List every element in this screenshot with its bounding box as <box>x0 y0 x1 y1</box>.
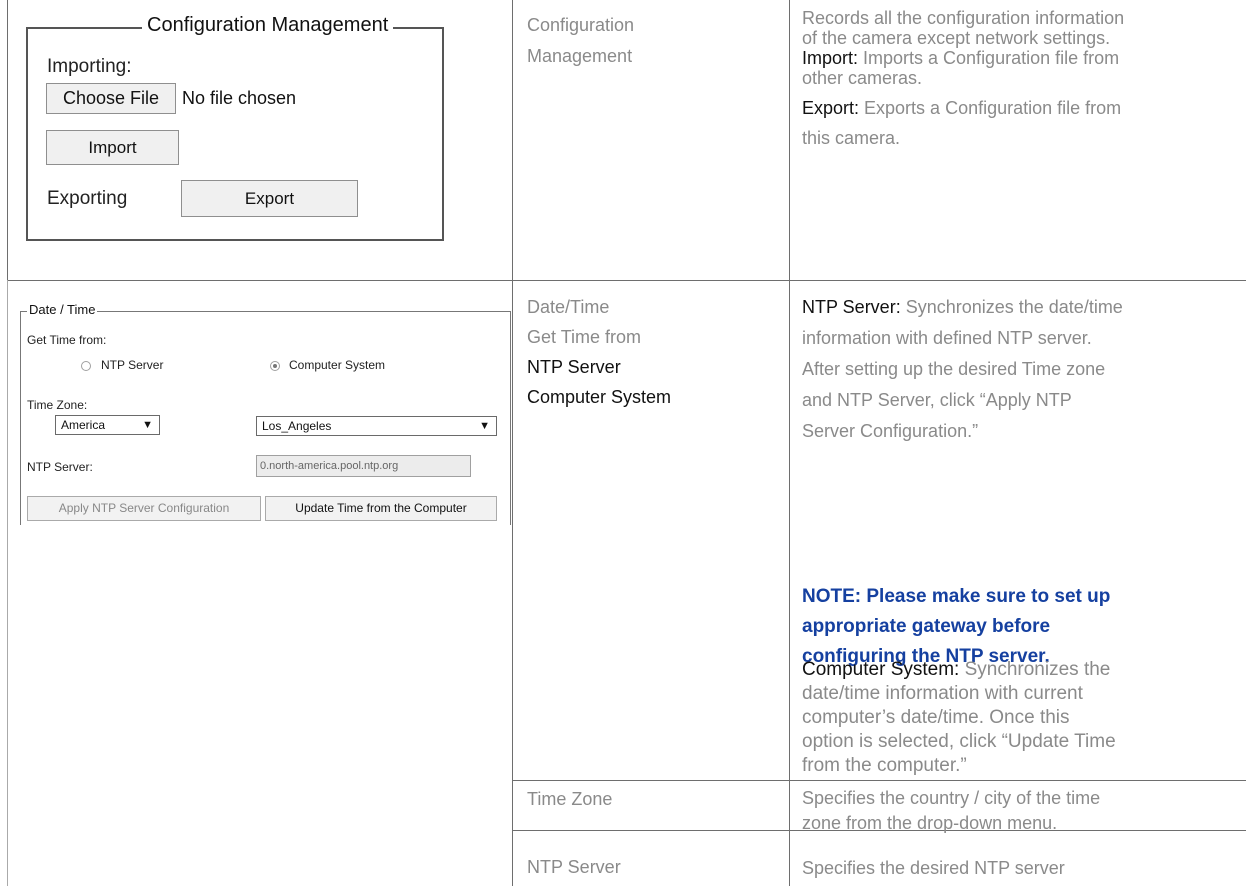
ntp-text-5: Server Configuration.” <box>802 421 979 441</box>
ntp-server-option-label: NTP Server <box>101 358 164 372</box>
computer-text-5: from the computer.” <box>802 755 967 776</box>
table-border-left <box>7 0 8 280</box>
ntp-text-4: and NTP Server, click “Apply NTP <box>802 390 1072 410</box>
datetime-title: Date / Time <box>27 302 98 317</box>
row1-item-line2: Management <box>527 46 633 66</box>
row2-desc-computer: Computer System: Synchronizes the date/t… <box>802 658 1242 778</box>
row2-item-computer: Computer System <box>527 387 672 407</box>
region-select[interactable]: America ▼ <box>55 415 160 435</box>
row2-desc-ntp: NTP Server: Synchronizes the date/time i… <box>802 292 1242 447</box>
row4-desc-cell: Specifies the desired NTP server <box>802 856 1242 881</box>
row3-item-cell: Time Zone <box>527 789 613 809</box>
apply-ntp-config-button[interactable]: Apply NTP Server Configuration <box>27 496 261 521</box>
ntp-text-3: After setting up the desired Time zone <box>802 359 1106 379</box>
row1-desc-line1: Records all the configuration informatio… <box>802 8 1125 28</box>
update-time-button[interactable]: Update Time from the Computer <box>265 496 497 521</box>
row2-item-date-time: Date/Time <box>527 297 610 317</box>
row3-desc-cell: Specifies the country / city of the time… <box>802 786 1242 836</box>
region-select-value: America <box>61 418 106 432</box>
computer-text-2: date/time information with current <box>802 683 1083 704</box>
table-row-divider-1 <box>7 280 1246 281</box>
computer-term: Computer System: <box>802 659 960 680</box>
table-row-divider-2 <box>512 780 1246 781</box>
import-button[interactable]: Import <box>46 130 179 165</box>
row2-item-cell: Date/Time Get Time from NTP Server Compu… <box>527 292 671 412</box>
export-term: Export: <box>802 98 860 118</box>
file-status-text: No file chosen <box>182 88 297 108</box>
import-text-1: Imports a Configuration file from <box>858 48 1120 68</box>
computer-system-radio[interactable] <box>270 361 280 371</box>
row1-desc-cell: Records all the configuration informatio… <box>802 8 1242 153</box>
ntp-text-1: Synchronizes the date/time <box>900 297 1123 317</box>
computer-system-option-label: Computer System <box>289 358 386 372</box>
row2-item-ntp: NTP Server <box>527 357 621 377</box>
city-select-caret-icon: ▼ <box>479 420 490 432</box>
computer-text-1: Synchronizes the <box>959 659 1111 680</box>
row3-desc-line1: Specifies the country / city of the time <box>802 788 1101 808</box>
row1-item-line1: Configuration <box>527 15 635 35</box>
computer-text-4: option is selected, click “Update Time <box>802 731 1116 752</box>
time-zone-label: Time Zone: <box>27 398 88 412</box>
table-divider-col1 <box>512 0 513 886</box>
import-term: Import: <box>802 48 859 68</box>
city-select-value: Los_Angeles <box>262 419 332 433</box>
datetime-cell-left-border <box>7 280 8 886</box>
ntp-server-radio[interactable] <box>81 361 91 371</box>
table-divider-col2 <box>789 0 790 886</box>
export-text-1: Exports a Configuration file from <box>859 98 1122 118</box>
row4-desc-line1: Specifies the desired NTP server <box>802 858 1065 878</box>
ntp-note-line2: appropriate gateway before <box>802 616 1051 637</box>
ntp-server-input[interactable]: 0.north-america.pool.ntp.org <box>256 455 471 477</box>
ntp-server-label: NTP Server: <box>27 460 93 474</box>
region-select-caret-icon: ▼ <box>142 419 153 431</box>
row1-item-cell: Configuration Management <box>527 10 634 72</box>
import-text-2: other cameras. <box>802 68 923 88</box>
exporting-label: Exporting <box>47 188 128 209</box>
get-time-from-label: Get Time from: <box>27 333 107 347</box>
config-management-title: Configuration Management <box>142 14 394 37</box>
city-select[interactable]: Los_Angeles ▼ <box>256 416 497 436</box>
choose-file-button[interactable]: Choose File <box>46 83 176 114</box>
row4-item-cell: NTP Server <box>527 857 621 877</box>
computer-text-3: computer’s date/time. Once this <box>802 707 1070 728</box>
ntp-note-line1: NOTE: Please make sure to set up <box>802 586 1111 607</box>
export-button[interactable]: Export <box>181 180 358 217</box>
ntp-text-2: information with defined NTP server. <box>802 328 1092 348</box>
importing-label: Importing: <box>47 56 132 77</box>
row1-desc-line2: of the camera except network settings. <box>802 28 1111 48</box>
ntp-term: NTP Server: <box>802 297 901 317</box>
row3-desc-line2: zone from the drop-down menu. <box>802 813 1058 833</box>
row2-item-get-time: Get Time from <box>527 327 642 347</box>
export-text-2: this camera. <box>802 128 901 148</box>
